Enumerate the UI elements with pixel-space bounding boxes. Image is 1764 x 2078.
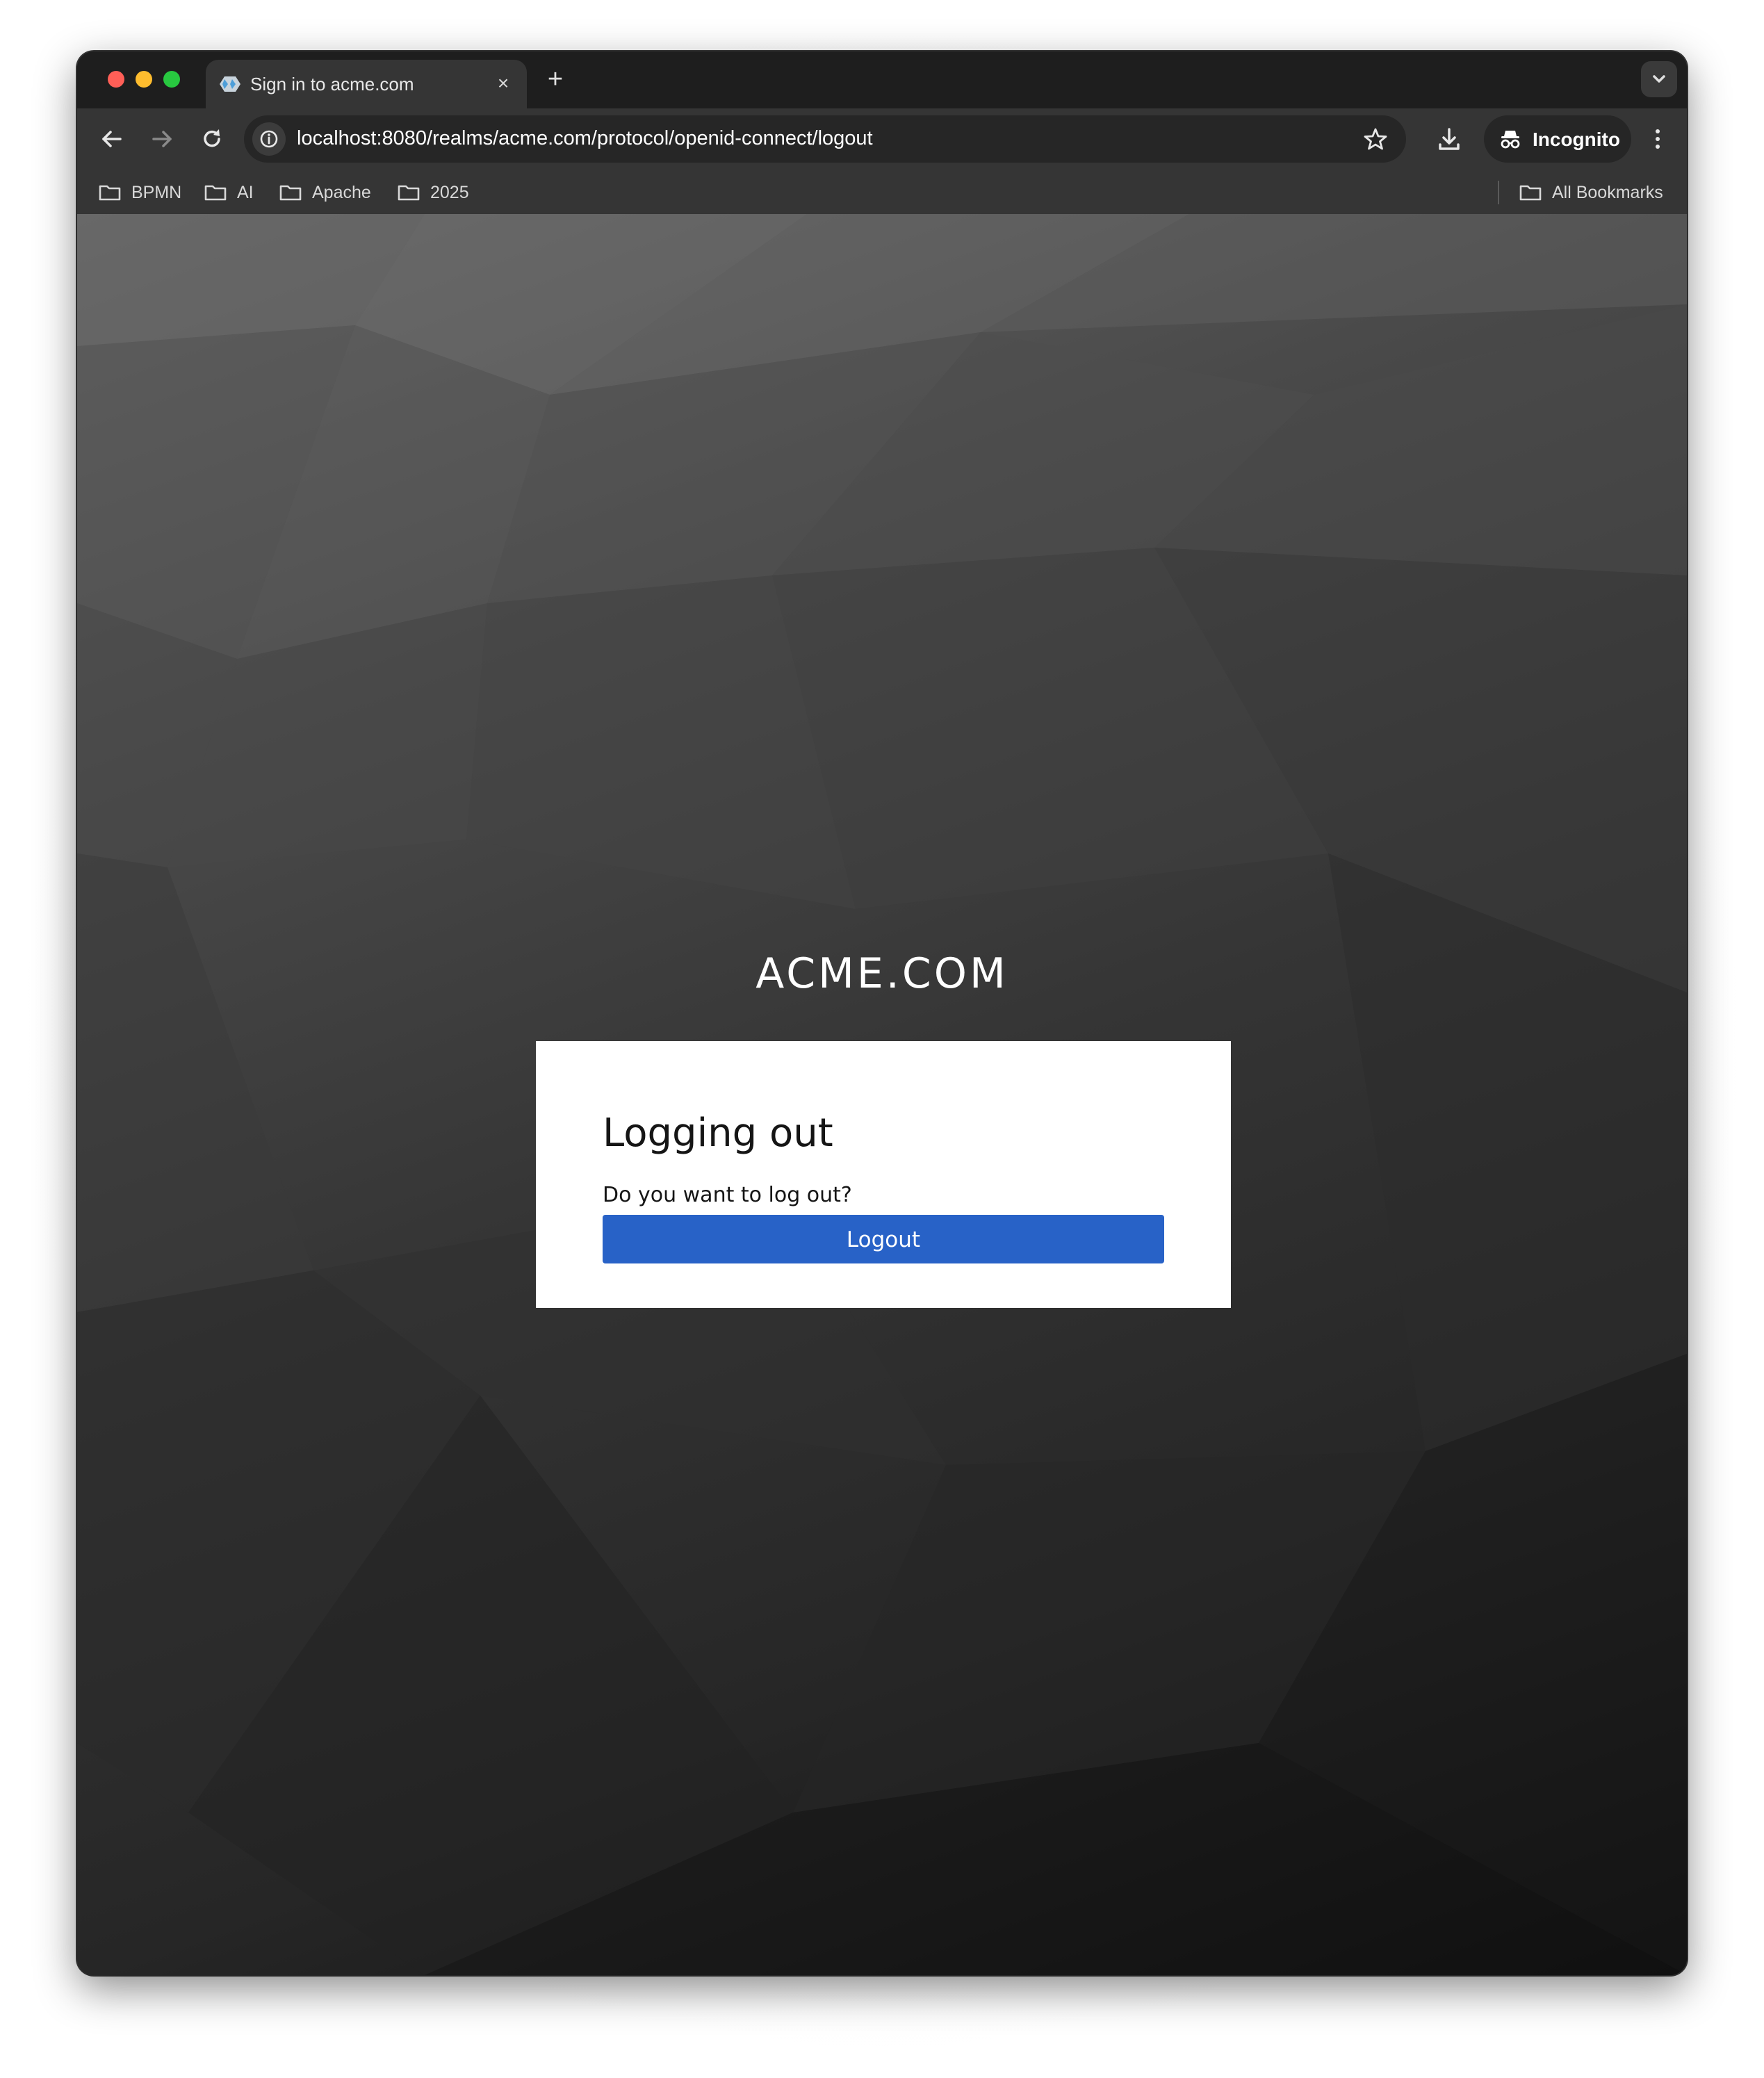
back-arrow-icon bbox=[102, 131, 122, 147]
site-info-button[interactable] bbox=[252, 122, 286, 156]
more-vertical-icon bbox=[1656, 129, 1660, 149]
bookmark-label: AI bbox=[237, 182, 254, 202]
chevron-down-icon bbox=[1653, 75, 1665, 83]
close-window-button[interactable] bbox=[108, 71, 124, 88]
bookmark-label: BPMN bbox=[131, 182, 182, 202]
info-icon bbox=[260, 130, 278, 148]
back-button[interactable] bbox=[94, 121, 130, 157]
forward-button[interactable] bbox=[144, 121, 180, 157]
maximize-window-button[interactable] bbox=[163, 71, 180, 88]
folder-icon bbox=[99, 185, 121, 201]
reload-icon bbox=[204, 129, 220, 147]
download-icon bbox=[1439, 128, 1460, 150]
bookmarks-divider bbox=[1498, 181, 1499, 204]
folder-icon bbox=[1519, 185, 1542, 201]
tab-sign-in[interactable]: Sign in to acme.com × bbox=[206, 60, 527, 108]
bookmarks-bar: BPMN AI Apache 2025 All Bookmarks bbox=[77, 170, 1687, 214]
bookmark-folder-bpmn[interactable]: BPMN bbox=[98, 181, 181, 204]
new-tab-button[interactable]: + bbox=[541, 65, 569, 93]
tab-title: Sign in to acme.com bbox=[250, 74, 414, 95]
folder-icon bbox=[398, 185, 420, 201]
browser-menu-button[interactable] bbox=[1644, 122, 1672, 156]
bookmark-label: Apache bbox=[312, 182, 371, 202]
minimize-window-button[interactable] bbox=[136, 71, 152, 88]
brand-header: ACME.COM bbox=[756, 949, 1008, 998]
bookmark-folder-apache[interactable]: Apache bbox=[279, 181, 371, 204]
logout-card: Logging out Do you want to log out? Logo… bbox=[536, 1041, 1231, 1308]
incognito-profile-button[interactable]: Incognito bbox=[1484, 115, 1631, 163]
downloads-button[interactable] bbox=[1432, 122, 1466, 156]
all-bookmarks-button[interactable]: All Bookmarks bbox=[1519, 181, 1663, 204]
browser-window: Sign in to acme.com × + localhost:8080/r… bbox=[77, 51, 1687, 1975]
forward-arrow-icon bbox=[152, 131, 172, 147]
url-text: localhost:8080/realms/acme.com/protocol/… bbox=[297, 127, 873, 149]
bookmark-star-button[interactable] bbox=[1360, 124, 1391, 154]
reload-button[interactable] bbox=[194, 121, 230, 157]
all-bookmarks-label: All Bookmarks bbox=[1552, 182, 1663, 202]
incognito-label: Incognito bbox=[1533, 129, 1620, 150]
tab-search-button[interactable] bbox=[1641, 61, 1677, 97]
tab-close-icon[interactable]: × bbox=[492, 72, 514, 95]
page-viewport: ACME.COM Logging out Do you want to log … bbox=[77, 214, 1687, 1975]
bookmark-folder-2025[interactable]: 2025 bbox=[397, 181, 469, 204]
tab-strip: Sign in to acme.com × + bbox=[77, 51, 1687, 108]
bookmark-folder-ai[interactable]: AI bbox=[204, 181, 254, 204]
folder-icon bbox=[204, 185, 227, 201]
browser-toolbar: localhost:8080/realms/acme.com/protocol/… bbox=[77, 108, 1687, 170]
star-icon bbox=[1364, 128, 1387, 150]
address-bar[interactable]: localhost:8080/realms/acme.com/protocol/… bbox=[244, 115, 1406, 163]
bookmark-label: 2025 bbox=[430, 182, 469, 202]
logout-button[interactable]: Logout bbox=[603, 1215, 1164, 1263]
incognito-icon bbox=[1501, 131, 1520, 149]
page-title: Logging out bbox=[603, 1111, 833, 1156]
folder-icon bbox=[279, 185, 302, 201]
logout-prompt: Do you want to log out? bbox=[603, 1183, 852, 1207]
keycloak-favicon-icon bbox=[220, 76, 240, 92]
